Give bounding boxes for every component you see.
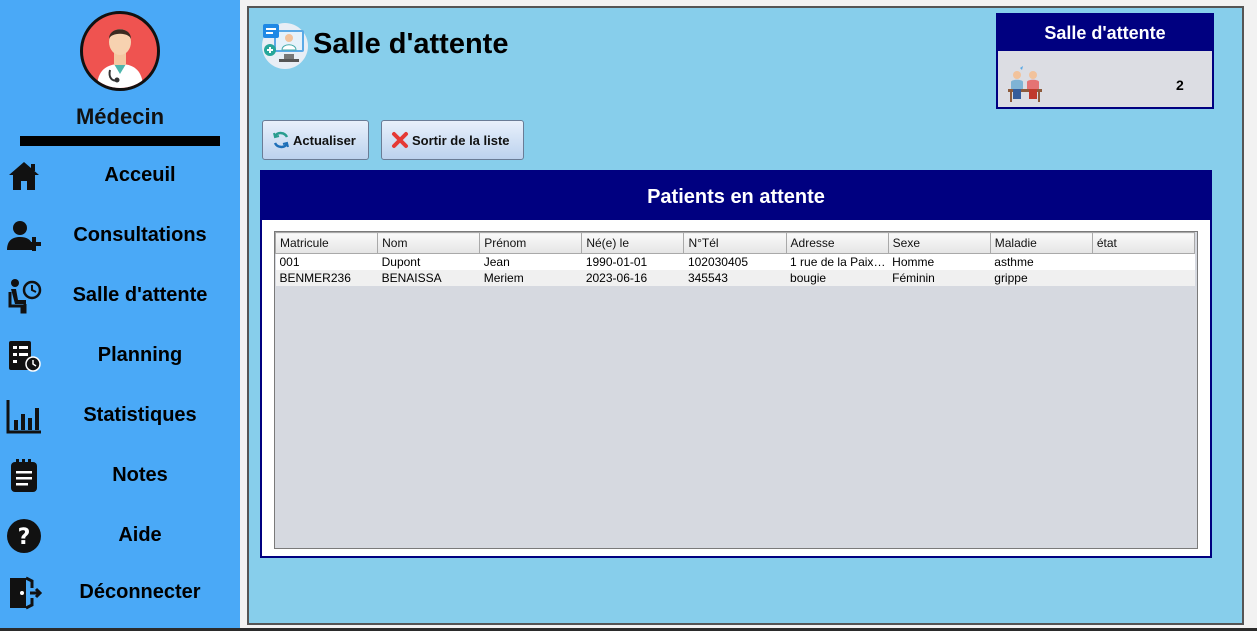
table-cell: 1990-01-01 (581, 253, 684, 270)
column-header[interactable]: état (1091, 232, 1196, 254)
sidebar-item-label: Déconnecter (79, 581, 201, 603)
doctor-avatar-icon (80, 11, 160, 91)
sidebar-item-label: Acceuil (104, 164, 176, 186)
table-cell: BENMER236 (275, 269, 378, 286)
main-content: Salle d'attente Salle d'attente 2 Actual… (247, 6, 1244, 625)
table-cell: Jean (479, 253, 582, 270)
table-cell: 345543 (683, 269, 787, 286)
close-icon (390, 130, 410, 150)
table-cell (1092, 269, 1195, 286)
table-cell: Meriem (479, 269, 582, 286)
home-icon (6, 158, 42, 194)
role-divider (20, 136, 220, 146)
waiting-count-card: Salle d'attente 2 (996, 13, 1214, 109)
table-cell: 102030405 (683, 253, 787, 270)
table-cell: 2023-06-16 (581, 269, 684, 286)
table-cell: Homme (888, 253, 991, 270)
sidebar-item-label: Aide (118, 524, 162, 546)
remove-button-label: Sortir de la liste (412, 132, 510, 148)
sidebar-item-label: Statistiques (83, 404, 197, 426)
column-header[interactable]: Matricule (275, 232, 379, 254)
bar-chart-icon (6, 398, 42, 434)
table-row[interactable]: 001 Dupont Jean 1990-01-01 102030405 1 r… (275, 253, 1195, 270)
add-user-icon (6, 218, 42, 254)
waiting-card-title: Salle d'attente (998, 15, 1212, 51)
sidebar-item-acceuil[interactable]: Acceuil (0, 148, 240, 204)
table-cell: 1 rue de la Paix, Paris (786, 253, 889, 270)
table-cell (1092, 253, 1195, 270)
table-header-row: Matricule Nom Prénom Né(e) le N°Tél Adre… (275, 232, 1196, 254)
notes-icon (6, 458, 42, 494)
sidebar-item-aide[interactable]: ? Aide (0, 508, 240, 564)
sidebar-item-planning[interactable]: Planning (0, 328, 240, 384)
column-header[interactable]: N°Tél (683, 232, 787, 254)
refresh-icon (271, 130, 291, 150)
sidebar-item-label: Notes (112, 464, 168, 486)
sidebar-item-notes[interactable]: Notes (0, 448, 240, 504)
sidebar: Médecin Acceuil Consultations Salle d'at… (0, 0, 240, 628)
svg-text:?: ? (18, 525, 31, 550)
table-cell: asthme (990, 253, 1093, 270)
patients-table: Matricule Nom Prénom Né(e) le N°Tél Adre… (274, 231, 1198, 549)
table-cell: 001 (275, 253, 378, 270)
column-header[interactable]: Maladie (989, 232, 1093, 254)
sidebar-item-statistiques[interactable]: Statistiques (0, 388, 240, 444)
column-header[interactable]: Nom (377, 232, 481, 254)
sidebar-item-label: Planning (97, 344, 183, 366)
table-cell: Dupont (377, 253, 480, 270)
remove-from-list-button[interactable]: Sortir de la liste (381, 120, 524, 160)
sidebar-item-consultations[interactable]: Consultations (0, 208, 240, 264)
column-header[interactable]: Sexe (887, 232, 991, 254)
sidebar-item-label: Consultations (73, 224, 207, 246)
panel-title: Patients en attente (262, 172, 1210, 220)
sidebar-item-deconnecter[interactable]: Déconnecter (0, 565, 240, 621)
refresh-button-label: Actualiser (293, 132, 356, 148)
patients-waiting-icon (1006, 65, 1044, 103)
waiting-count-value: 2 (1176, 77, 1184, 93)
column-header[interactable]: Prénom (479, 232, 583, 254)
table-cell: Féminin (888, 269, 991, 286)
sidebar-item-label: Salle d'attente (72, 284, 208, 306)
column-header[interactable]: Né(e) le (581, 232, 685, 254)
column-header[interactable]: Adresse (785, 232, 889, 254)
planning-icon (6, 338, 42, 374)
refresh-button[interactable]: Actualiser (262, 120, 369, 160)
help-icon: ? (6, 518, 42, 554)
table-cell: BENAISSA (377, 269, 480, 286)
user-role: Médecin (75, 104, 165, 129)
table-cell: grippe (990, 269, 1093, 286)
table-cell: bougie (786, 269, 889, 286)
sidebar-item-salle-attente[interactable]: Salle d'attente (0, 268, 240, 324)
logout-icon (6, 575, 42, 611)
waiting-patients-panel: Patients en attente Matricule Nom Prénom… (260, 170, 1212, 558)
table-row[interactable]: BENMER236 BENAISSA Meriem 2023-06-16 345… (275, 269, 1195, 286)
page-title: Salle d'attente (313, 28, 509, 60)
waiting-room-doctor-icon (260, 20, 310, 70)
waiting-room-icon (6, 278, 42, 314)
